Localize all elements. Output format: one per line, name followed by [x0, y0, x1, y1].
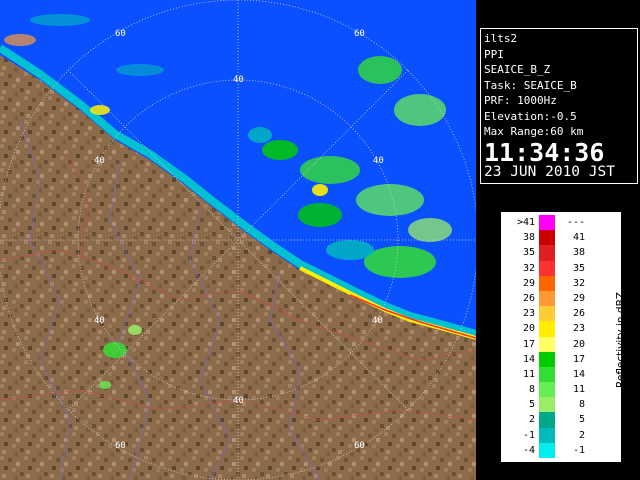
legend-high-value: ---: [566, 217, 585, 228]
legend-high-value: 14: [572, 368, 585, 380]
legend-low-value: 23: [522, 308, 535, 320]
ring-label: 40: [94, 156, 105, 166]
legend-high-value: 11: [572, 384, 585, 396]
ring-label: 60: [354, 441, 365, 451]
legend-color-swatch: [539, 382, 555, 398]
ring-label: 40: [233, 75, 244, 85]
legend-low-value: -1: [522, 429, 535, 441]
legend-color-swatch: [539, 306, 555, 322]
prf-value: PRF: 1000Hz: [484, 94, 557, 107]
legend-row: 58: [505, 397, 589, 413]
legend-low-value: 26: [522, 292, 535, 304]
legend-color-swatch: [539, 412, 555, 428]
legend-low-value: 2: [528, 414, 535, 426]
legend-high-value: 29: [572, 292, 585, 304]
legend-high-value: 35: [572, 262, 585, 274]
legend-row: 26 29: [505, 290, 589, 307]
legend-low-value: 5: [528, 399, 535, 411]
scan-type: PPI: [484, 47, 504, 61]
legend-color-swatch: [539, 442, 555, 458]
legend-color-swatch: [539, 336, 555, 352]
legend-row: 17 20: [505, 336, 589, 352]
legend-low-value: 8: [528, 384, 535, 396]
legend-row: >41 ---: [505, 215, 589, 231]
legend-color-swatch: [539, 290, 555, 307]
ring-label: 60: [354, 29, 365, 39]
legend-row: 14 17: [505, 351, 589, 367]
legend-color-swatch: [539, 397, 555, 413]
legend-row: 32 35: [505, 260, 589, 276]
legend-high-value: 17: [572, 353, 585, 365]
reflectivity-legend: >41 --- 38 41 35 38 32 35 29 32 26 29 23 26 20 23 17 20 14…: [501, 212, 627, 462]
legend-high-value: 5: [578, 414, 585, 426]
legend-color-swatch: [539, 230, 555, 246]
legend-color-swatch: [539, 366, 555, 383]
legend-color-swatch: [539, 351, 555, 367]
legend-low-value: -4: [522, 444, 535, 456]
legend-low-value: 11: [522, 368, 535, 380]
legend-row: 38 41: [505, 230, 589, 246]
legend-high-value: 26: [572, 308, 585, 320]
legend-high-value: 32: [572, 277, 585, 289]
radar-info-panel: ilts2 PPI SEAICE_B_Z Task: SEAICE_B PRF:…: [480, 28, 638, 184]
elevation-value: Elevation:-0.5: [484, 109, 577, 123]
task-name: Task: SEAICE_B: [484, 78, 577, 92]
ring-label: 60: [115, 441, 126, 451]
legend-color-swatch: [539, 427, 555, 443]
scan-date: 23 JUN 2010 JST: [484, 163, 615, 180]
legend-low-value: 14: [522, 353, 535, 365]
legend-rows: >41 --- 38 41 35 38 32 35 29 32 26 29 23 26 20 23 17 20 14…: [505, 215, 589, 458]
legend-low-value: 32: [522, 262, 535, 274]
legend-high-value: -1: [572, 444, 585, 456]
ring-label: 40: [373, 156, 384, 166]
ring-label: 60: [115, 29, 126, 39]
legend-high-value: 2: [578, 429, 585, 441]
legend-row: 29 32: [505, 275, 589, 291]
legend-low-value: 29: [522, 277, 535, 289]
legend-row: -1 2: [505, 427, 589, 443]
legend-high-value: 38: [572, 247, 585, 259]
legend-row: 20 23: [505, 321, 589, 337]
ring-label: 40: [372, 316, 383, 326]
ring-label: 40: [94, 316, 105, 326]
legend-row: -4 -1: [505, 442, 589, 458]
legend-row: 35 38: [505, 245, 589, 261]
legend-high-value: 20: [572, 338, 585, 350]
scan-time: 11:34:36: [484, 137, 605, 167]
legend-low-value: 17: [522, 338, 535, 350]
legend-row: 11 14: [505, 366, 589, 383]
legend-high-value: 41: [572, 232, 585, 244]
radar-ppi-map[interactable]: 60 60 40 40 40 40 40 40 60 60: [0, 0, 476, 480]
legend-row: 25: [505, 412, 589, 428]
legend-color-swatch: [539, 275, 555, 291]
legend-unit-label: Reflectivity in dBZ: [615, 292, 627, 388]
legend-high-value: 8: [578, 399, 585, 411]
system-name: ilts2: [484, 32, 518, 45]
legend-color-swatch: [539, 321, 555, 337]
legend-low-value: >41: [516, 217, 535, 228]
legend-high-value: 23: [572, 323, 585, 335]
legend-low-value: 20: [522, 323, 535, 335]
legend-color-swatch: [539, 245, 555, 261]
ring-label: 40: [233, 396, 244, 406]
legend-low-value: 38: [522, 232, 535, 244]
product-name: SEAICE_B_Z: [484, 63, 551, 76]
legend-row: 23 26: [505, 306, 589, 322]
legend-color-swatch: [539, 260, 555, 276]
legend-row: 8 11: [505, 382, 589, 398]
legend-low-value: 35: [522, 247, 535, 259]
legend-color-swatch: [539, 215, 555, 231]
